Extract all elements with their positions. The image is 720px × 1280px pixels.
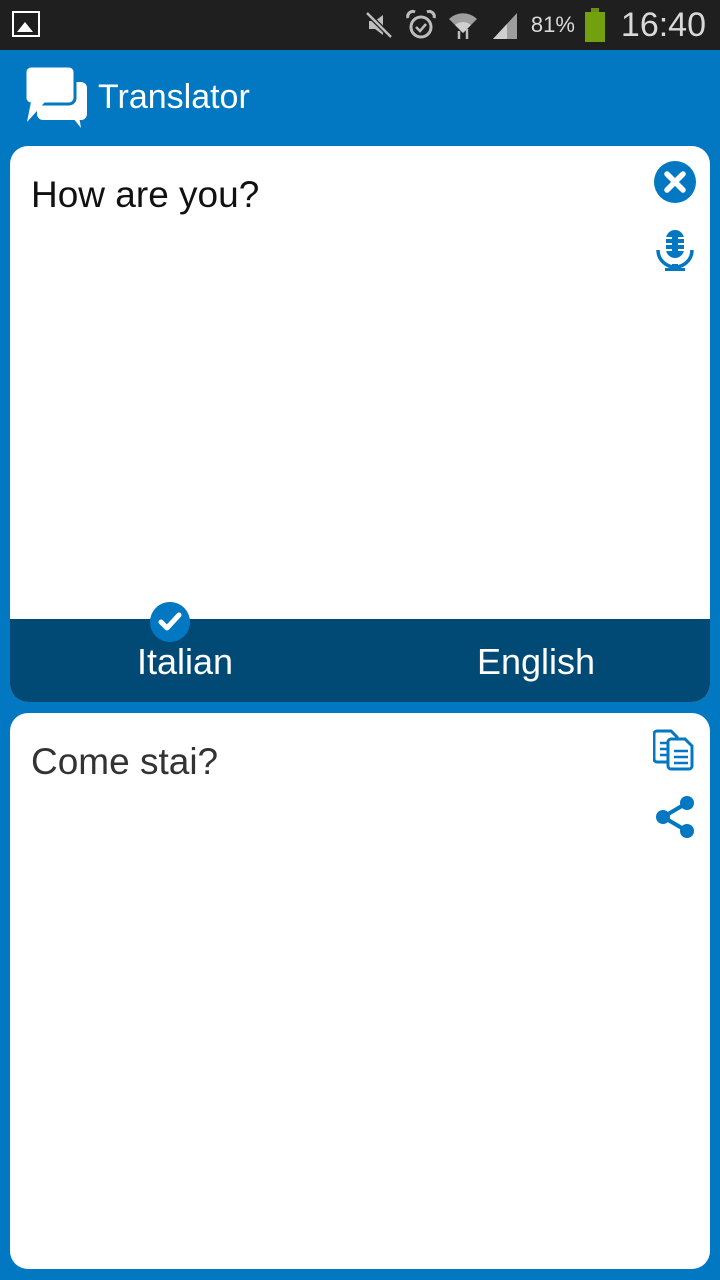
- app-bar: Translator: [0, 50, 720, 146]
- copy-icon[interactable]: [653, 727, 697, 771]
- translated-text: Come stai?: [31, 741, 219, 782]
- gallery-icon: [12, 11, 40, 37]
- status-bar: 81% 16:40: [0, 0, 720, 50]
- microphone-icon[interactable]: [653, 228, 697, 272]
- alarm-icon: [406, 10, 436, 39]
- source-text-input[interactable]: How are you?: [31, 174, 259, 216]
- battery-percent: 81%: [530, 12, 575, 37]
- output-panel: Come stai?: [10, 713, 710, 1269]
- close-circle-icon[interactable]: [653, 160, 697, 204]
- signal-icon: [492, 13, 517, 39]
- share-icon[interactable]: [653, 795, 697, 839]
- battery-icon: [584, 8, 605, 42]
- input-panel[interactable]: How are you? Italian English: [10, 146, 710, 702]
- clock: 16:40: [620, 5, 706, 44]
- mute-icon: [365, 11, 393, 39]
- wifi-icon: [448, 13, 477, 39]
- language-bar: Italian English: [10, 619, 710, 702]
- app-title: Translator: [98, 78, 250, 116]
- selected-check-icon: [150, 602, 190, 642]
- chat-bubbles-icon: [25, 66, 87, 128]
- source-language-button[interactable]: Italian: [137, 641, 233, 683]
- target-language-button[interactable]: English: [477, 641, 595, 683]
